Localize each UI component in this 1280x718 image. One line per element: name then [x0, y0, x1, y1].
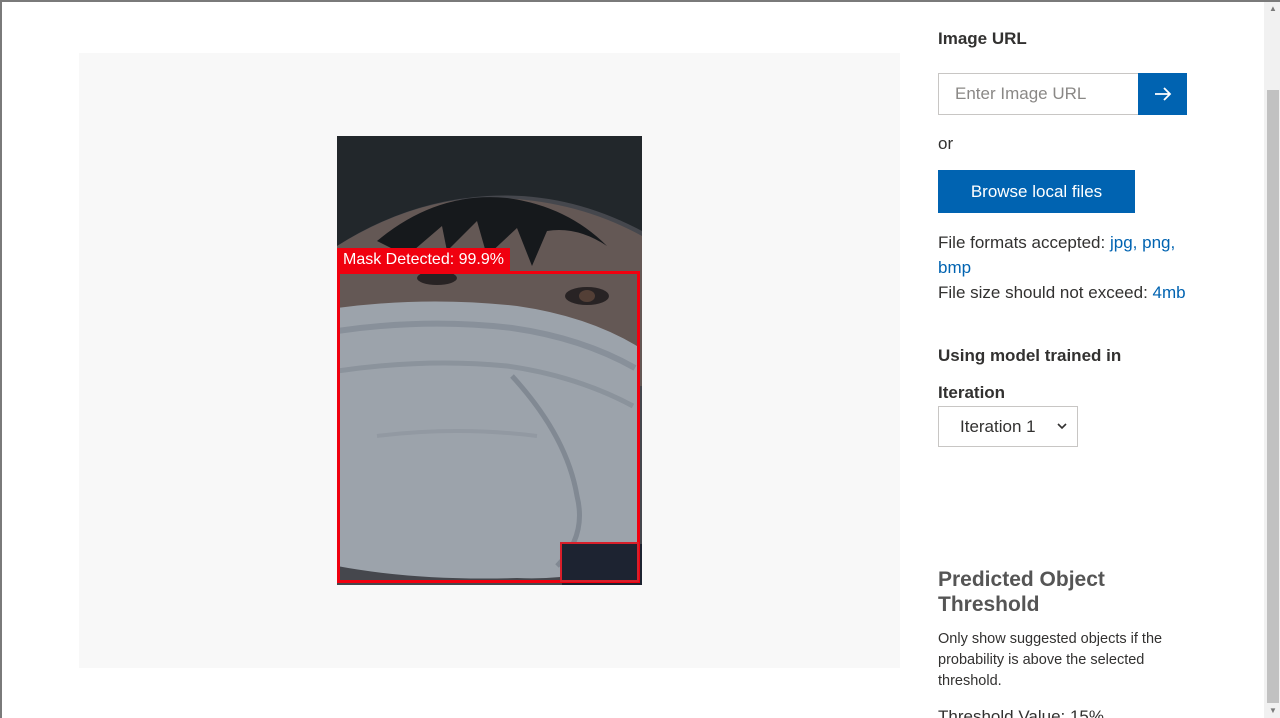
iteration-select[interactable]: Iteration 1	[938, 406, 1078, 447]
threshold-title: Predicted Object Threshold	[938, 568, 1105, 616]
arrow-right-icon	[1154, 87, 1171, 101]
secondary-bounding-box[interactable]	[560, 542, 639, 582]
iteration-selected-value: Iteration 1	[960, 417, 1036, 436]
uploaded-photo: Mask Detected: 99.9%	[337, 136, 642, 585]
image-url-input[interactable]	[938, 73, 1139, 115]
threshold-value: Threshold Value: 15%	[938, 707, 1105, 718]
app-window: Mask Detected: 99.9% Image URL or Browse…	[0, 0, 1280, 718]
or-separator: or	[938, 134, 954, 153]
model-title: Using model trained in	[938, 346, 1122, 365]
file-formats-label: File formats accepted:	[938, 233, 1106, 252]
threshold-description: Only show suggested objects if the proba…	[938, 631, 1163, 689]
image-url-title: Image URL	[938, 29, 1027, 48]
scrollbar-thumb[interactable]	[1267, 90, 1279, 703]
image-preview-panel: Mask Detected: 99.9%	[79, 53, 900, 668]
file-size-value: 4mb	[1152, 283, 1186, 302]
detection-label: Mask Detected: 99.9%	[337, 248, 510, 272]
detection-bounding-box[interactable]	[337, 271, 640, 583]
file-size-label: File size should not exceed:	[938, 283, 1148, 302]
iteration-title: Iteration	[938, 383, 1006, 402]
chevron-down-icon	[1057, 423, 1067, 430]
scroll-up-arrow-icon[interactable]: ▲	[1264, 2, 1280, 16]
vertical-scrollbar[interactable]: ▲ ▼	[1264, 2, 1280, 718]
file-formats-info: File formats accepted: jpg, png, bmp	[938, 230, 1188, 280]
scroll-down-arrow-icon[interactable]: ▼	[1264, 704, 1280, 718]
browse-local-files-button[interactable]: Browse local files	[938, 170, 1135, 213]
file-size-info: File size should not exceed: 4mb	[938, 280, 1188, 305]
submit-url-button[interactable]	[1138, 73, 1187, 115]
